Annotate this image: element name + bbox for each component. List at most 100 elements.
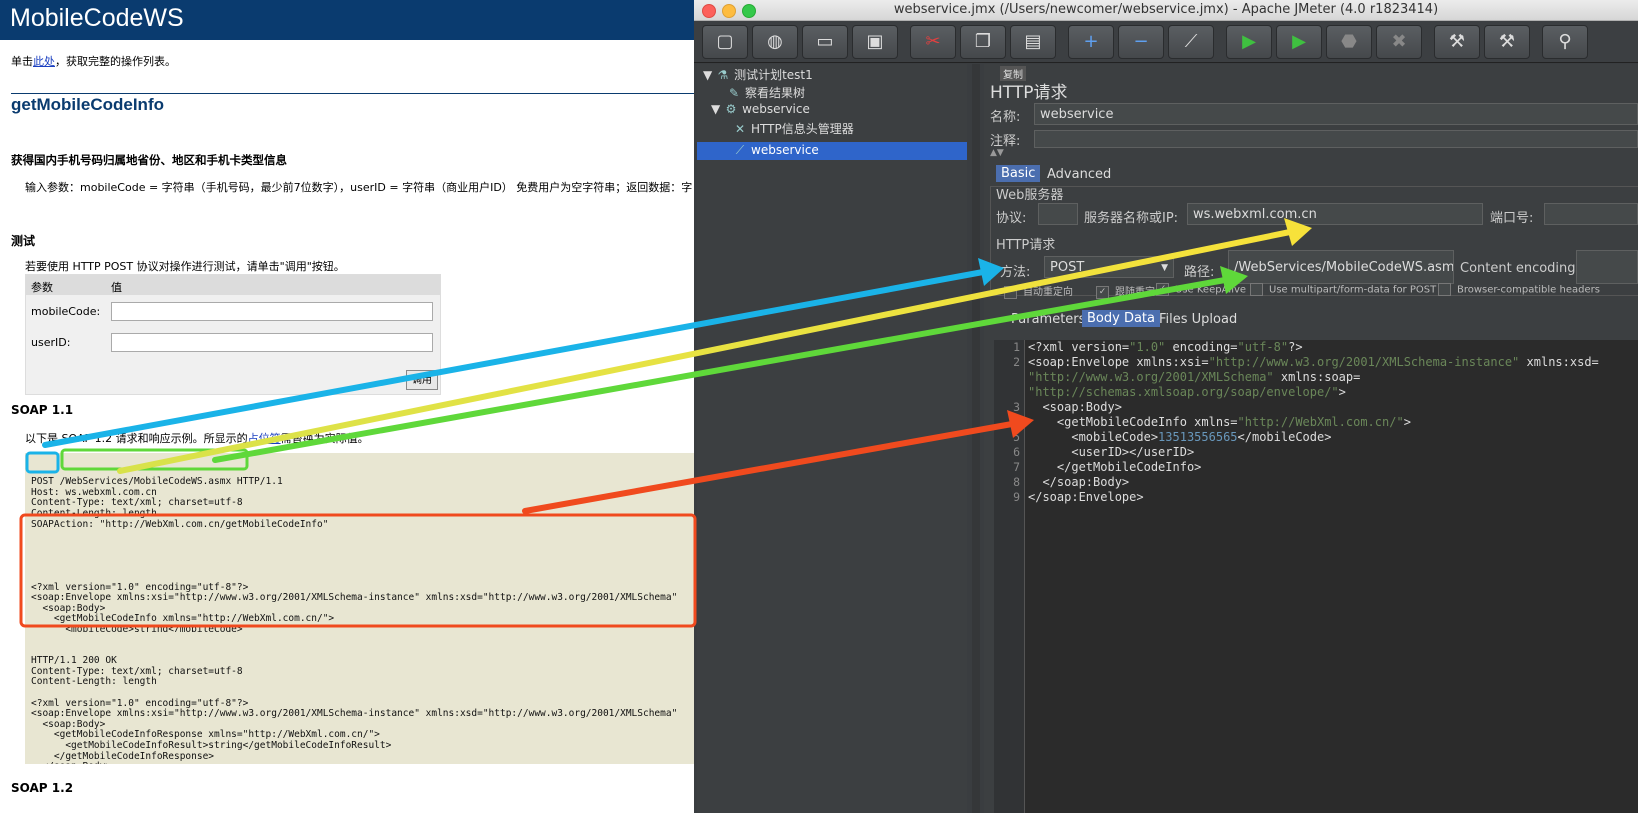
- path-label: 路径:: [1184, 265, 1215, 280]
- web-server-section-label: Web服务器: [996, 188, 1064, 203]
- test-description: 若要使用 HTTP POST 协议对操作进行测试，请单击"调用"按钮。: [25, 260, 345, 273]
- code-line-2-wrap-2: "http://schemas.xmlsoap.org/soap/envelop…: [1028, 385, 1346, 399]
- expand-arrow-icon[interactable]: ▼: [703, 68, 712, 82]
- test-form-header: 参数 值: [26, 275, 440, 295]
- checkbox-option[interactable]: Browser-compatible headers: [1438, 283, 1600, 296]
- checkbox-option[interactable]: Use multipart/form-data for POST: [1250, 283, 1436, 296]
- intro-suffix: ，获取完整的操作列表。: [55, 55, 176, 68]
- checkbox-icon[interactable]: ✓: [1156, 283, 1169, 296]
- shutdown-icon[interactable]: ✖: [1376, 25, 1422, 59]
- start-icon[interactable]: ▶: [1226, 25, 1272, 59]
- clear-all-icon[interactable]: ⚒: [1484, 25, 1530, 59]
- line-number-gutter: 12 3456789: [994, 340, 1025, 813]
- checkbox-icon[interactable]: [1250, 283, 1263, 296]
- save-icon[interactable]: ▣: [852, 25, 898, 59]
- checkbox-option[interactable]: ✓ 跟随重定向: [1096, 283, 1165, 299]
- line-number: 8: [1013, 475, 1020, 489]
- path-input[interactable]: /WebServices/MobileCodeWS.asmx: [1228, 250, 1454, 284]
- clear-icon[interactable]: ⚒: [1434, 25, 1480, 59]
- comment-input[interactable]: [1034, 130, 1638, 148]
- tab-advanced[interactable]: Advanced: [1042, 166, 1116, 183]
- start-no-pause-icon[interactable]: ▶: [1276, 25, 1322, 59]
- tree-label-thread-group: webservice: [742, 102, 810, 116]
- intro-text: 单击此处，获取完整的操作列表。: [11, 53, 176, 69]
- tree-item-test-plan[interactable]: ▼ ⚗ 测试计划test1: [703, 66, 813, 83]
- placeholder-link[interactable]: 占位符: [248, 432, 281, 445]
- checkbox-icon[interactable]: [1438, 283, 1451, 296]
- http-request-panel: 复制 HTTP请求 名称: webservice 注释: ▲▼ Basic Ad…: [984, 64, 1638, 813]
- stop-icon[interactable]: ⬣: [1326, 25, 1372, 59]
- code-line-6: <userID></userID>: [1028, 445, 1195, 459]
- window-title: webservice.jmx (/Users/newcomer/webservi…: [893, 2, 1439, 17]
- tab-parameters[interactable]: Parameters: [1006, 311, 1090, 328]
- operation-title: getMobileCodeInfo: [11, 95, 164, 114]
- test-heading: 测试: [11, 234, 36, 248]
- method-value: POST: [1050, 260, 1085, 275]
- toolbar: ▢ ◍ ▭ ▣ ✂ ❐ ▤ + − ⟋ ▶ ▶ ⬣ ✖ ⚒ ⚒ ⚲: [694, 21, 1638, 63]
- tree-item-results-tree[interactable]: ✎ 察看结果树: [727, 84, 805, 101]
- page-header: MobileCodeWS: [0, 0, 700, 40]
- open-icon[interactable]: ▭: [802, 25, 848, 59]
- copy-icon[interactable]: ❐: [960, 25, 1006, 59]
- checkbox-option[interactable]: 自动重定向: [1004, 283, 1073, 299]
- new-icon[interactable]: ▢: [702, 25, 748, 59]
- checkbox-icon[interactable]: [1004, 285, 1017, 299]
- collapse-arrows-icon[interactable]: ▲▼: [990, 148, 1004, 158]
- encoding-input[interactable]: [1576, 250, 1638, 284]
- soap12-heading: SOAP 1.2: [11, 781, 74, 795]
- protocol-label: 协议:: [996, 211, 1027, 226]
- response-body: HTTP/1.1 200 OK Content-Type: text/xml; c…: [31, 656, 699, 764]
- tab-files-upload[interactable]: Files Upload: [1154, 311, 1242, 328]
- expand-icon[interactable]: +: [1068, 25, 1114, 59]
- pane-splitter[interactable]: [972, 64, 980, 813]
- invoke-button[interactable]: 调用: [406, 370, 438, 390]
- search-icon[interactable]: ⚲: [1542, 25, 1588, 59]
- body-data-editor[interactable]: 12 3456789 <?xml version="1.0" encoding="…: [994, 340, 1638, 813]
- expand-arrow-icon[interactable]: ▼: [711, 102, 720, 116]
- method-select[interactable]: POST ▼: [1044, 256, 1174, 278]
- cut-icon[interactable]: ✂: [910, 25, 956, 59]
- code-line-8: </soap:Body>: [1028, 475, 1130, 489]
- tree-item-thread-group[interactable]: ▼ ⚙ webservice: [711, 102, 810, 116]
- mobilecode-input[interactable]: [111, 302, 433, 321]
- soap-response-sample: HTTP/1.1 200 OK Content-Type: text/xml; c…: [25, 632, 700, 764]
- tab-body-data[interactable]: Body Data: [1082, 310, 1160, 327]
- response-line: </soap:Body>: [31, 762, 699, 764]
- port-input[interactable]: [1544, 203, 1638, 225]
- line-number: 1: [1013, 340, 1020, 354]
- intro-prefix: 单击: [11, 55, 33, 68]
- tree-item-http-sampler[interactable]: ⟋ webservice: [733, 143, 819, 158]
- tab-basic[interactable]: Basic: [996, 165, 1041, 182]
- soap11-heading: SOAP 1.1: [11, 403, 74, 417]
- toggle-icon[interactable]: ⟋: [1168, 25, 1214, 59]
- code-line-2: <soap:Envelope xmlns:xsi="http://www.w3.…: [1028, 355, 1599, 369]
- checkbox-label: 自动重定向: [1023, 287, 1073, 298]
- checkbox-icon[interactable]: ✓: [1096, 285, 1109, 299]
- name-label: 名称:: [990, 110, 1021, 125]
- line-number: 6: [1013, 445, 1020, 459]
- response-line: [31, 688, 699, 699]
- request-headers: POST /WebServices/MobileCodeWS.asmx HTTP…: [31, 477, 699, 530]
- protocol-input[interactable]: [1038, 203, 1078, 225]
- checkbox-label: Browser-compatible headers: [1457, 284, 1600, 296]
- name-input[interactable]: webservice: [1034, 103, 1638, 125]
- line-number: 9: [1013, 490, 1020, 504]
- tree-label-sampler: webservice: [751, 143, 819, 157]
- checkbox-option[interactable]: ✓ Use KeepAlive: [1156, 283, 1246, 296]
- code-line-9: </soap:Envelope>: [1028, 490, 1144, 504]
- templates-icon[interactable]: ◍: [752, 25, 798, 59]
- server-input[interactable]: ws.webxml.com.cn: [1187, 203, 1483, 225]
- paste-icon[interactable]: ▤: [1010, 25, 1056, 59]
- code-line-7: </getMobileCodeInfo>: [1028, 460, 1202, 474]
- request-body-line: <soap:Envelope xmlns:xsi="http://www.w3.…: [31, 592, 678, 604]
- response-line: Content-Length: length: [31, 676, 157, 688]
- tree-item-header-manager[interactable]: ✕ HTTP信息头管理器: [733, 120, 854, 137]
- userid-input[interactable]: [111, 333, 433, 352]
- param-column-header: 参数: [31, 281, 53, 294]
- collapse-icon[interactable]: −: [1118, 25, 1164, 59]
- code-line-2-wrap-1: "http://www.w3.org/2001/XMLSchema" xmlns…: [1028, 370, 1361, 384]
- operation-list-link[interactable]: 此处: [33, 55, 55, 68]
- pipette-icon: ⟋: [735, 143, 745, 157]
- mobilecode-label: mobileCode:: [31, 305, 101, 318]
